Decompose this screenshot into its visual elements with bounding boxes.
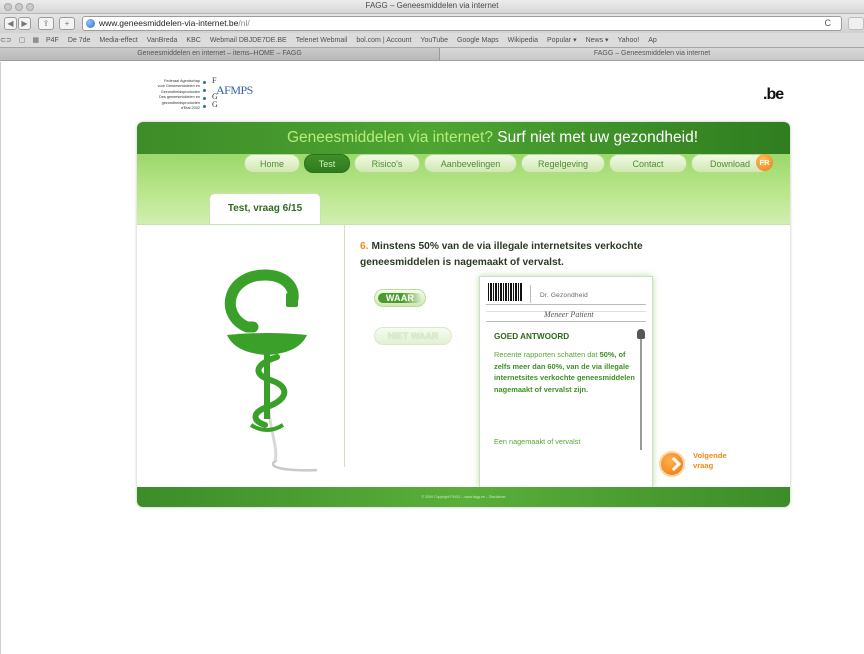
menu-label: Aanbevelingen bbox=[440, 159, 501, 169]
menu-regelgeving[interactable]: Regelgeving bbox=[521, 154, 605, 173]
true-answer-button[interactable]: WAAR bbox=[374, 289, 426, 307]
reload-icon[interactable]: C bbox=[825, 17, 832, 30]
card-scroll-thumb[interactable] bbox=[637, 329, 645, 339]
answer-title: GOED ANTWOORD bbox=[494, 332, 570, 341]
main-menu: Home Test Risico's Aanbevelingen Regelge… bbox=[244, 154, 773, 173]
site-footer: © 2009 Copyright FAGG – www.fagg.be – Di… bbox=[137, 487, 790, 507]
url-path: /nl/ bbox=[238, 18, 250, 28]
slogan-question: Geneesmiddelen via internet? bbox=[287, 129, 493, 146]
agency-name: Federaal Agentschap voor Geneesmiddelen … bbox=[134, 79, 200, 111]
share-button[interactable]: ⇪ bbox=[38, 17, 54, 30]
question-text: Minstens 50% van de via illegale interne… bbox=[360, 241, 643, 268]
bookmark-item[interactable]: VanBreda bbox=[147, 37, 178, 44]
bookmark-item[interactable]: News ▾ bbox=[586, 36, 609, 44]
agency-line: d'Etat 2002 bbox=[180, 106, 200, 111]
forward-button[interactable]: ▶ bbox=[18, 17, 31, 30]
menu-label: Test bbox=[318, 159, 336, 169]
question-tab: Test, vraag 6/15 bbox=[209, 193, 321, 225]
logo-letter: G bbox=[212, 100, 218, 109]
search-field-stub[interactable] bbox=[848, 17, 864, 30]
site-container: Geneesmiddelen via internet? Surf niet m… bbox=[137, 122, 790, 507]
false-answer-label: NIET WAAR bbox=[387, 331, 439, 341]
next-question-link[interactable]: Volgende vraag bbox=[693, 451, 743, 471]
menu-aanbevelingen[interactable]: Aanbevelingen bbox=[424, 154, 517, 173]
bookmark-item[interactable]: YouTube bbox=[420, 37, 448, 44]
question: 6. Minstens 50% van de via illegale inter… bbox=[360, 239, 720, 271]
back-button[interactable]: ◀ bbox=[4, 17, 17, 30]
answer-footer: Een nagemaakt of vervalst bbox=[494, 437, 581, 446]
agency-line: Des geneesmiddelen en bbox=[159, 95, 200, 100]
menu-risicos[interactable]: Risico's bbox=[354, 154, 420, 173]
bookmark-item[interactable]: Ap bbox=[648, 37, 657, 44]
agency-line: gezondheidsproducten bbox=[161, 100, 200, 105]
bookmark-item[interactable]: P4F bbox=[46, 37, 59, 44]
answer-explanation: Recente rapporten schatten dat 50%, of z… bbox=[494, 349, 636, 395]
true-answer-label: WAAR bbox=[385, 293, 415, 303]
answer-intro: Recente rapporten schatten dat bbox=[494, 350, 600, 359]
card-scrollbar[interactable] bbox=[640, 333, 642, 450]
bookmark-item[interactable]: Google Maps bbox=[457, 37, 499, 44]
tab-active[interactable]: FAGG – Geneesmiddelen via internet bbox=[440, 48, 864, 60]
top-sites-icon[interactable]: ▦ bbox=[32, 36, 39, 44]
patient-name: Meneer Patient bbox=[544, 310, 594, 319]
bookmark-item[interactable]: Webmail DBJDE7DE.BE bbox=[210, 37, 287, 44]
tab-bar: Geneesmiddelen en internet – items–HOME … bbox=[0, 47, 864, 61]
question-number: 6. bbox=[360, 241, 369, 252]
slogan-statement: Surf niet met uw gezondheid! bbox=[497, 129, 699, 146]
afmps-acronym: AFMPS bbox=[216, 83, 253, 97]
bookmarks-book-icon[interactable]: ▢ bbox=[19, 36, 26, 44]
add-bookmark-button[interactable]: + bbox=[59, 17, 75, 30]
language-fr-button[interactable]: FR bbox=[756, 154, 773, 171]
menu-test[interactable]: Test bbox=[304, 154, 350, 173]
menu-label: Contact bbox=[632, 159, 664, 169]
menu-contact[interactable]: Contact bbox=[609, 154, 687, 173]
agency-line: Federaal Agentschap bbox=[164, 79, 200, 83]
bookmark-item[interactable]: Popular ▾ bbox=[547, 36, 577, 44]
menu-label: Risico's bbox=[371, 159, 403, 169]
bookmark-item[interactable]: KBC bbox=[186, 37, 200, 44]
reading-list-icon[interactable]: ⊂⊃ bbox=[0, 36, 12, 44]
slogan: Geneesmiddelen via internet? Surf niet m… bbox=[287, 129, 698, 147]
bookmark-item[interactable]: De 7de bbox=[68, 37, 91, 44]
false-answer-button[interactable]: NIET WAAR bbox=[374, 327, 452, 345]
doctor-name: Dr. Gezondheid bbox=[540, 292, 588, 299]
address-bar[interactable]: www.geneesmiddelen-via-internet.be/nl/ C bbox=[82, 16, 842, 31]
logo-dots bbox=[203, 81, 209, 113]
menu-label: Home bbox=[259, 159, 284, 169]
url-domain: www.geneesmiddelen-via-internet.be bbox=[99, 18, 239, 28]
content-divider bbox=[344, 225, 345, 467]
fagg-logo[interactable]: Federaal Agentschap voor Geneesmiddelen … bbox=[134, 77, 260, 119]
agency-line: Gezondheidsproducten bbox=[160, 89, 200, 94]
menu-label: Regelgeving bbox=[537, 159, 589, 169]
window-title: FAGG – Geneesmiddelen via internet bbox=[365, 1, 499, 10]
bookmark-item[interactable]: Telenet Webmail bbox=[296, 37, 348, 44]
toolbar: ◀ ▶ ⇪ + www.geneesmiddelen-via-internet.… bbox=[0, 14, 864, 33]
barcode-icon bbox=[488, 283, 522, 301]
content-area: 6. Minstens 50% van de via illegale inter… bbox=[137, 224, 790, 487]
bookmarks-bar: ⊂⊃ ▢ ▦ P4F De 7de Media-effect VanBreda … bbox=[0, 33, 864, 47]
menu-home[interactable]: Home bbox=[244, 154, 300, 173]
menu-label: Download bbox=[709, 159, 751, 169]
tab-home[interactable]: Geneesmiddelen en internet – items–HOME … bbox=[0, 48, 440, 60]
bookmark-item[interactable]: bol.com | Account bbox=[356, 37, 411, 44]
pharmacy-emblem-icon bbox=[224, 269, 317, 472]
agency-line: voor Geneesmiddelen en bbox=[157, 84, 200, 89]
bookmark-item[interactable]: Yahoo! bbox=[618, 37, 640, 44]
next-question-arrow-icon[interactable] bbox=[659, 451, 685, 477]
window-titlebar: FAGG – Geneesmiddelen via internet bbox=[0, 0, 864, 14]
bookmark-item[interactable]: Wikipedia bbox=[508, 37, 538, 44]
banner: Geneesmiddelen via internet? Surf niet m… bbox=[137, 122, 790, 154]
bookmark-item[interactable]: Media-effect bbox=[99, 37, 137, 44]
prescription-card: Dr. Gezondheid Meneer Patient GOED ANTWO… bbox=[479, 276, 653, 487]
globe-icon bbox=[86, 19, 95, 28]
be-logo[interactable]: .be bbox=[763, 86, 784, 104]
